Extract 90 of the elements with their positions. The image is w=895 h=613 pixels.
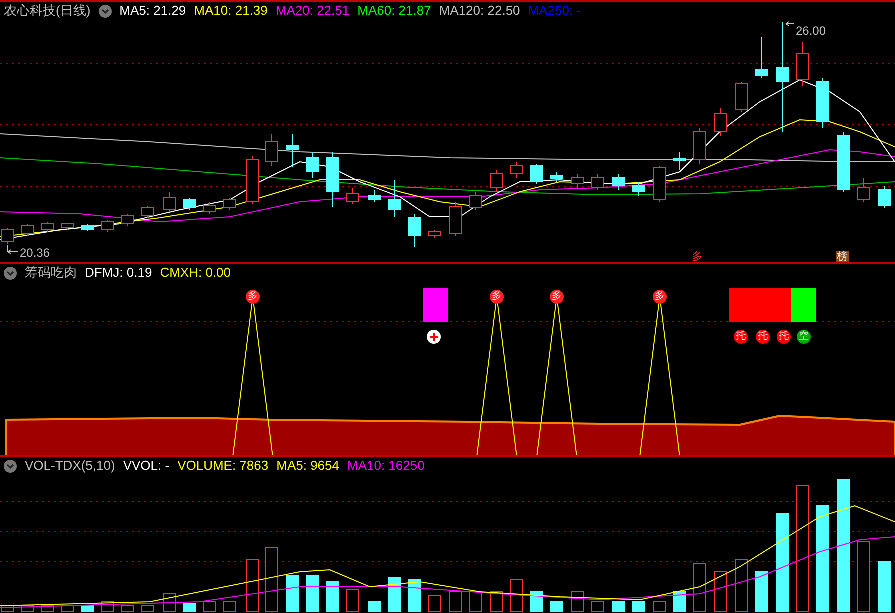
- high-price-label: 26.00: [796, 23, 826, 40]
- indicator-value: MA60: 21.87: [358, 2, 432, 20]
- candlestick: [592, 174, 604, 190]
- candlestick: [22, 224, 34, 236]
- candlestick: [246, 156, 260, 204]
- candlestick: [326, 152, 340, 208]
- plus-icon: [427, 330, 441, 344]
- indicator-value: MA20: 22.51: [276, 2, 350, 20]
- volume-bar: [632, 602, 646, 612]
- candlestick: [654, 166, 666, 202]
- candlestick: [142, 206, 154, 218]
- candlestick: [858, 178, 870, 202]
- indicator-value: MA120: 22.50: [439, 2, 520, 20]
- signal-badge: 多: [550, 290, 564, 304]
- indicator-value: MA5: 9654: [276, 457, 340, 476]
- candlestick: [612, 174, 626, 190]
- candlestick: [838, 132, 850, 192]
- candlestick: [42, 222, 54, 232]
- panel-title: 农心科技(日线): [4, 2, 91, 20]
- price-pointer-icon: [8, 244, 18, 254]
- signal-badge: 托: [734, 330, 748, 344]
- volume-bar: [306, 576, 320, 612]
- signal-badge: 托: [777, 330, 791, 344]
- volume-bar: [184, 604, 196, 612]
- indicator-value: MA5: 21.29: [120, 2, 186, 20]
- candlestick: [572, 174, 584, 188]
- candlestick: [122, 214, 134, 226]
- volume-bar: [368, 602, 382, 612]
- signal-badge: 空: [797, 330, 811, 344]
- candlestick: [266, 134, 278, 166]
- candlestick: [102, 220, 114, 232]
- candlestick: [714, 108, 728, 136]
- candlestick: [164, 192, 176, 212]
- candlestick: [756, 36, 768, 78]
- volume-bar: [326, 582, 340, 612]
- candlestick: [796, 42, 810, 86]
- volume-bar: [82, 606, 94, 612]
- candlestick: [674, 152, 686, 170]
- signal-badge: 多: [490, 290, 504, 304]
- indicator-value: MA10: 16250: [347, 457, 425, 476]
- candlestick: [694, 128, 706, 164]
- volume-bar: [408, 580, 422, 612]
- volume-bar: [612, 602, 626, 612]
- candlestick: [632, 182, 646, 196]
- signal-badge: 多: [246, 290, 260, 304]
- candlestick: [408, 214, 422, 248]
- candlestick: [346, 188, 360, 204]
- chevron-icon[interactable]: [4, 266, 17, 280]
- volume-bar: [286, 576, 300, 612]
- indicator-value: VOLUME: 7863: [178, 457, 269, 476]
- indicator-value: VVOL: -: [123, 457, 170, 476]
- candlestick: [878, 186, 892, 208]
- indicator-value: DFMJ: 0.19: [85, 264, 152, 282]
- candlestick: [286, 134, 300, 168]
- chevron-icon[interactable]: [4, 460, 17, 472]
- low-price-label: 20.36: [20, 245, 50, 262]
- candlestick: [428, 230, 442, 238]
- candlestick: [470, 192, 482, 210]
- candlestick: [62, 222, 74, 230]
- candlestick: [450, 202, 462, 236]
- volume-bar: [756, 572, 768, 612]
- chart-marker: 多: [692, 251, 703, 264]
- candlestick: [82, 224, 94, 232]
- panel-title: 筹码吃肉: [25, 264, 77, 282]
- candlestick: [224, 198, 236, 210]
- chevron-icon[interactable]: [98, 4, 112, 18]
- volume-bar: [674, 592, 686, 612]
- candlestick: [306, 152, 320, 178]
- candlestick: [368, 190, 382, 202]
- candlestick: [184, 198, 196, 210]
- indicator-value: CMXH: 0.00: [160, 264, 231, 282]
- indicator-value: MA250: -: [528, 2, 582, 20]
- indicator-value: MA10: 21.39: [194, 2, 268, 20]
- candlestick: [550, 172, 564, 182]
- volume-bar: [388, 578, 402, 612]
- candlestick: [530, 164, 544, 184]
- candlestick: [736, 82, 748, 112]
- volume-bar: [550, 602, 564, 612]
- panel-title: VOL-TDX(5,10): [25, 457, 116, 476]
- price-pointer-icon: [786, 22, 794, 26]
- signal-badge: 多: [653, 290, 667, 304]
- candlestick: [204, 202, 216, 214]
- volume-bar: [878, 562, 892, 612]
- candlestick: [490, 170, 504, 192]
- signal-bar: [423, 288, 448, 322]
- candlestick: [388, 180, 402, 218]
- signal-badge: 托: [756, 330, 770, 344]
- volume-bar: [530, 592, 544, 612]
- candlestick: [510, 162, 524, 178]
- candlestick: [816, 78, 830, 128]
